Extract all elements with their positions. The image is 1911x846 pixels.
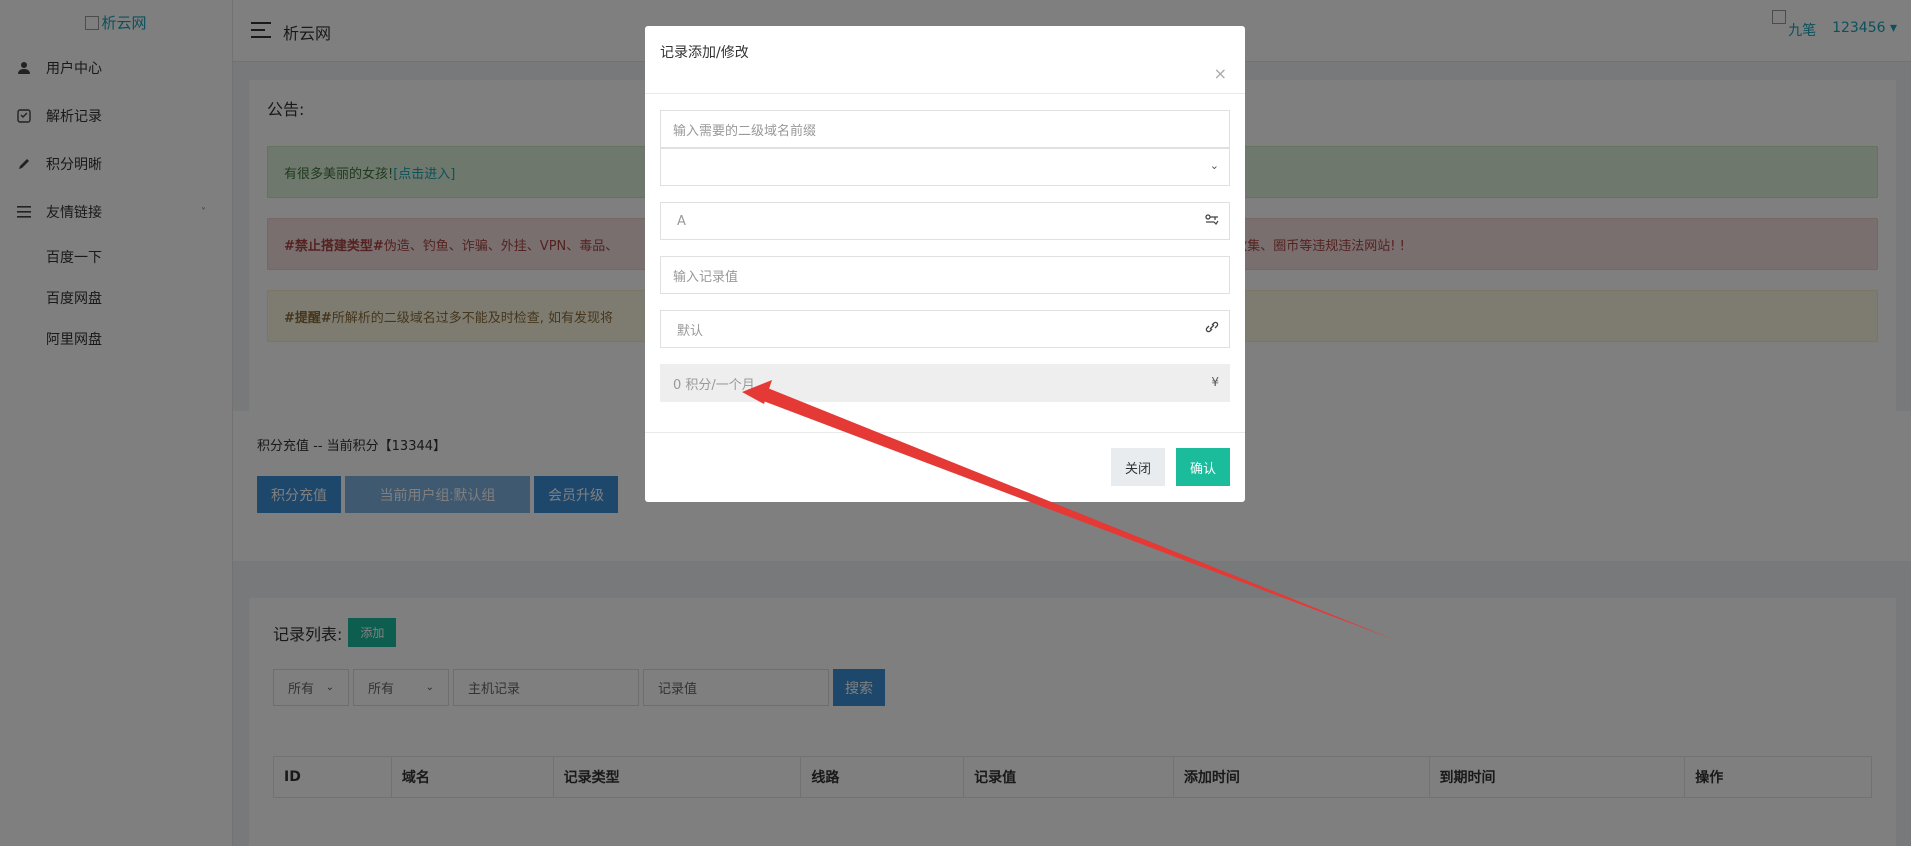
record-value-field[interactable]: 输入记录值 [660,256,1230,294]
domain-select[interactable]: ⌄ [660,148,1230,186]
record-type-select[interactable]: A [660,202,1230,240]
close-icon[interactable]: × [1214,64,1227,83]
subdomain-prefix-input[interactable]: 输入需要的二级域名前缀 [660,110,1230,148]
line-select[interactable]: 默认 [660,310,1230,348]
cost-display: 0 积分/一个月 ¥ [660,364,1230,402]
modal-title: 记录添加/修改 [660,45,749,61]
link-icon [1205,321,1219,336]
key-icon [1205,213,1219,228]
modal-close-button[interactable]: 关闭 [1110,448,1165,486]
chevron-down-icon: ⌄ [1209,159,1219,172]
yen-icon: ¥ [1211,375,1219,389]
record-type-value: A [677,213,686,229]
line-value: 默认 [677,323,704,339]
record-edit-modal: 记录添加/修改 × 输入需要的二级域名前缀 ⌄ A 输入记录值 默认 0 积分/… [645,26,1245,502]
cost-value: 0 积分/一个月 [673,377,755,393]
modal-confirm-button[interactable]: 确认 [1175,448,1230,486]
